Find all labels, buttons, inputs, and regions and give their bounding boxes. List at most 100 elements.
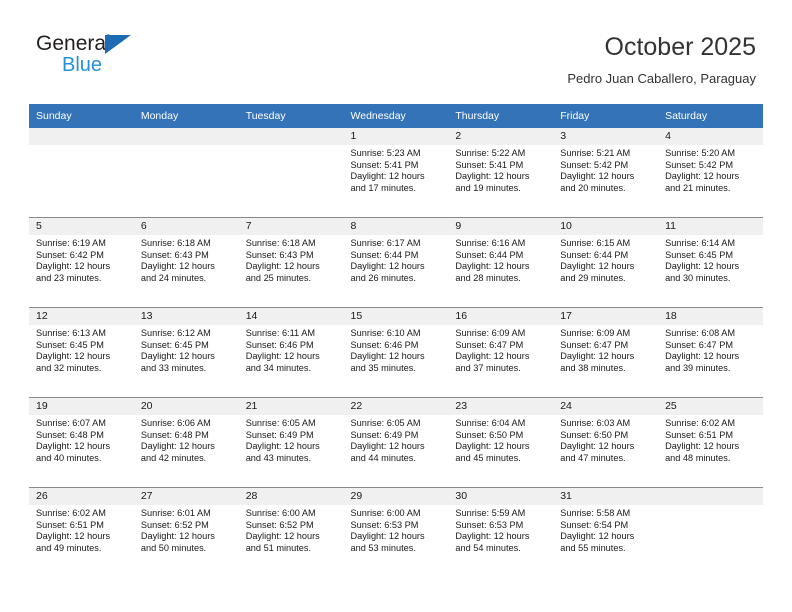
calendar-day-cell[interactable]: 19 Sunrise: 6:07 AM Sunset: 6:48 PM Dayligh… (29, 397, 134, 488)
calendar-day-cell[interactable]: 30 Sunrise: 5:59 AM Sunset: 6:53 PM Dayligh… (448, 487, 554, 577)
day-number: 21 (238, 398, 344, 415)
calendar-day-cell-empty (658, 487, 763, 577)
day-cell-inner: 25 Sunrise: 6:02 AM Sunset: 6:51 PM Dayligh… (658, 398, 763, 487)
calendar-day-cell[interactable]: 11 Sunrise: 6:14 AM Sunset: 6:45 PM Dayligh… (658, 217, 763, 308)
calendar-day-cell[interactable]: 14 Sunrise: 6:11 AM Sunset: 6:46 PM Dayligh… (238, 307, 344, 398)
page-title: October 2025 (604, 33, 757, 61)
day-cell-inner: 7 Sunrise: 6:18 AM Sunset: 6:43 PM Daylight… (238, 218, 344, 307)
calendar-day-cell[interactable]: 25 Sunrise: 6:02 AM Sunset: 6:51 PM Dayligh… (658, 397, 763, 488)
daylight-text-line2: and 23 minutes. (36, 272, 102, 283)
sunrise-text: Sunrise: 6:11 AM (245, 328, 315, 338)
day-number: 18 (658, 308, 763, 325)
calendar-day-cell[interactable]: 9 Sunrise: 6:16 AM Sunset: 6:44 PM Daylight… (448, 217, 554, 308)
day-number: 31 (553, 488, 659, 505)
day-sun-info: Sunrise: 6:04 AM Sunset: 6:50 PM Daylight:… (448, 415, 553, 464)
calendar-day-cell[interactable]: 6 Sunrise: 6:18 AM Sunset: 6:43 PM Daylight… (133, 217, 239, 308)
day-sun-info: Sunrise: 5:58 AM Sunset: 6:54 PM Daylight:… (553, 505, 658, 554)
daylight-text-line1: Daylight: 12 hours (350, 441, 425, 452)
daylight-text-line2: and 40 minutes. (36, 452, 102, 463)
calendar-day-cell-empty (238, 128, 344, 218)
calendar-week-row: 1 Sunrise: 5:23 AM Sunset: 5:41 PM Daylight… (29, 128, 763, 218)
sunset-text: Sunset: 6:47 PM (665, 339, 733, 350)
calendar-day-cell[interactable]: 16 Sunrise: 6:09 AM Sunset: 6:47 PM Dayligh… (448, 307, 554, 398)
weekday-header-sunday: Sunday (29, 104, 134, 128)
sunrise-text: Sunrise: 6:01 AM (140, 508, 211, 518)
calendar-day-cell[interactable]: 18 Sunrise: 6:08 AM Sunset: 6:47 PM Dayligh… (658, 307, 763, 398)
calendar-day-cell[interactable]: 27 Sunrise: 6:01 AM Sunset: 6:52 PM Dayligh… (133, 487, 239, 577)
calendar-day-cell[interactable]: 31 Sunrise: 5:58 AM Sunset: 6:54 PM Dayligh… (553, 487, 659, 577)
calendar-day-cell[interactable]: 29 Sunrise: 6:00 AM Sunset: 6:53 PM Dayligh… (343, 487, 449, 577)
daylight-text-line1: Daylight: 12 hours (560, 171, 635, 182)
day-number (238, 128, 344, 145)
calendar-day-cell[interactable]: 8 Sunrise: 6:17 AM Sunset: 6:44 PM Daylight… (343, 217, 449, 308)
day-number: 30 (448, 488, 554, 505)
daylight-text-line1: Daylight: 12 hours (350, 171, 425, 182)
day-number: 7 (238, 218, 344, 235)
sunrise-text: Sunrise: 6:19 AM (36, 238, 106, 248)
calendar-day-cell[interactable]: 3 Sunrise: 5:21 AM Sunset: 5:42 PM Daylight… (553, 128, 659, 218)
day-cell-inner: 4 Sunrise: 5:20 AM Sunset: 5:42 PM Daylight… (658, 128, 763, 217)
day-number: 1 (343, 128, 449, 145)
calendar-day-cell[interactable]: 26 Sunrise: 6:02 AM Sunset: 6:51 PM Dayligh… (29, 487, 134, 577)
day-sun-info: Sunrise: 6:00 AM Sunset: 6:53 PM Daylight:… (344, 505, 449, 554)
sunrise-text: Sunrise: 6:15 AM (560, 238, 631, 248)
daylight-text-line1: Daylight: 12 hours (665, 351, 740, 362)
day-cell-inner: 29 Sunrise: 6:00 AM Sunset: 6:53 PM Dayligh… (343, 488, 449, 577)
day-number: 3 (553, 128, 659, 145)
day-sun-info: Sunrise: 6:19 AM Sunset: 6:42 PM Daylight:… (29, 235, 134, 284)
calendar-day-cell[interactable]: 2 Sunrise: 5:22 AM Sunset: 5:41 PM Daylight… (448, 128, 554, 218)
day-number (658, 488, 763, 505)
sunrise-text: Sunrise: 6:17 AM (350, 238, 421, 248)
daylight-text-line1: Daylight: 12 hours (455, 351, 530, 362)
general-blue-logo[interactable]: General Blue (36, 33, 156, 79)
sunset-text: Sunset: 6:45 PM (140, 339, 209, 350)
day-sun-info: Sunrise: 6:14 AM Sunset: 6:45 PM Daylight:… (658, 235, 763, 284)
sunrise-text: Sunrise: 6:04 AM (455, 418, 526, 428)
daylight-text-line1: Daylight: 12 hours (455, 531, 530, 542)
calendar-day-cell[interactable]: 17 Sunrise: 6:09 AM Sunset: 6:47 PM Dayligh… (553, 307, 659, 398)
calendar-day-cell[interactable]: 20 Sunrise: 6:06 AM Sunset: 6:48 PM Dayligh… (133, 397, 239, 488)
daylight-text-line2: and 53 minutes. (350, 542, 416, 553)
weekday-header-row: Sunday Monday Tuesday Wednesday Thursday… (29, 104, 763, 128)
daylight-text-line2: and 38 minutes. (560, 362, 626, 373)
sunset-text: Sunset: 6:44 PM (455, 249, 524, 260)
calendar-day-cell[interactable]: 7 Sunrise: 6:18 AM Sunset: 6:43 PM Daylight… (238, 217, 344, 308)
daylight-text-line2: and 49 minutes. (36, 542, 102, 553)
sunset-text: Sunset: 6:51 PM (665, 429, 733, 440)
daylight-text-line2: and 26 minutes. (350, 272, 416, 283)
day-cell-inner: 3 Sunrise: 5:21 AM Sunset: 5:42 PM Daylight… (553, 128, 659, 217)
calendar-day-cell[interactable]: 4 Sunrise: 5:20 AM Sunset: 5:42 PM Daylight… (658, 128, 763, 218)
calendar-day-cell[interactable]: 22 Sunrise: 6:05 AM Sunset: 6:49 PM Dayligh… (343, 397, 449, 488)
day-number: 23 (448, 398, 554, 415)
day-cell-inner: 12 Sunrise: 6:13 AM Sunset: 6:45 PM Dayligh… (29, 308, 134, 397)
calendar-day-cell[interactable]: 13 Sunrise: 6:12 AM Sunset: 6:45 PM Dayligh… (133, 307, 239, 398)
calendar-day-cell[interactable]: 10 Sunrise: 6:15 AM Sunset: 6:44 PM Dayligh… (553, 217, 659, 308)
day-cell-inner: 17 Sunrise: 6:09 AM Sunset: 6:47 PM Dayligh… (553, 308, 659, 397)
daylight-text-line1: Daylight: 12 hours (140, 531, 215, 542)
calendar-day-cell[interactable]: 12 Sunrise: 6:13 AM Sunset: 6:45 PM Dayligh… (29, 307, 134, 398)
sunset-text: Sunset: 6:43 PM (245, 249, 314, 260)
calendar-day-cell[interactable]: 15 Sunrise: 6:10 AM Sunset: 6:46 PM Dayligh… (343, 307, 449, 398)
day-number: 22 (343, 398, 449, 415)
calendar-day-cell[interactable]: 28 Sunrise: 6:00 AM Sunset: 6:52 PM Dayligh… (238, 487, 344, 577)
sunset-text: Sunset: 6:45 PM (36, 339, 104, 350)
daylight-text-line1: Daylight: 12 hours (245, 531, 320, 542)
day-number: 25 (658, 398, 763, 415)
calendar-day-cell[interactable]: 5 Sunrise: 6:19 AM Sunset: 6:42 PM Daylight… (29, 217, 134, 308)
day-cell-inner: 26 Sunrise: 6:02 AM Sunset: 6:51 PM Dayligh… (29, 488, 134, 577)
calendar-day-cell[interactable]: 21 Sunrise: 6:05 AM Sunset: 6:49 PM Dayligh… (238, 397, 344, 488)
calendar-day-cell[interactable]: 1 Sunrise: 5:23 AM Sunset: 5:41 PM Daylight… (343, 128, 449, 218)
daylight-text-line2: and 33 minutes. (140, 362, 207, 373)
sunrise-text: Sunrise: 6:09 AM (560, 328, 631, 338)
day-sun-info: Sunrise: 5:22 AM Sunset: 5:41 PM Daylight:… (448, 145, 553, 194)
day-sun-info: Sunrise: 6:00 AM Sunset: 6:52 PM Daylight:… (239, 505, 344, 554)
calendar-day-cell[interactable]: 24 Sunrise: 6:03 AM Sunset: 6:50 PM Dayligh… (553, 397, 659, 488)
day-number: 5 (29, 218, 134, 235)
sunset-text: Sunset: 6:48 PM (36, 429, 104, 440)
day-sun-info: Sunrise: 6:13 AM Sunset: 6:45 PM Daylight:… (29, 325, 134, 374)
calendar-day-cell[interactable]: 23 Sunrise: 6:04 AM Sunset: 6:50 PM Dayligh… (448, 397, 554, 488)
day-number: 17 (553, 308, 659, 325)
calendar-body: 1 Sunrise: 5:23 AM Sunset: 5:41 PM Daylight… (29, 128, 763, 577)
daylight-text-line1: Daylight: 12 hours (455, 171, 530, 182)
day-cell-inner: 30 Sunrise: 5:59 AM Sunset: 6:53 PM Dayligh… (448, 488, 554, 577)
